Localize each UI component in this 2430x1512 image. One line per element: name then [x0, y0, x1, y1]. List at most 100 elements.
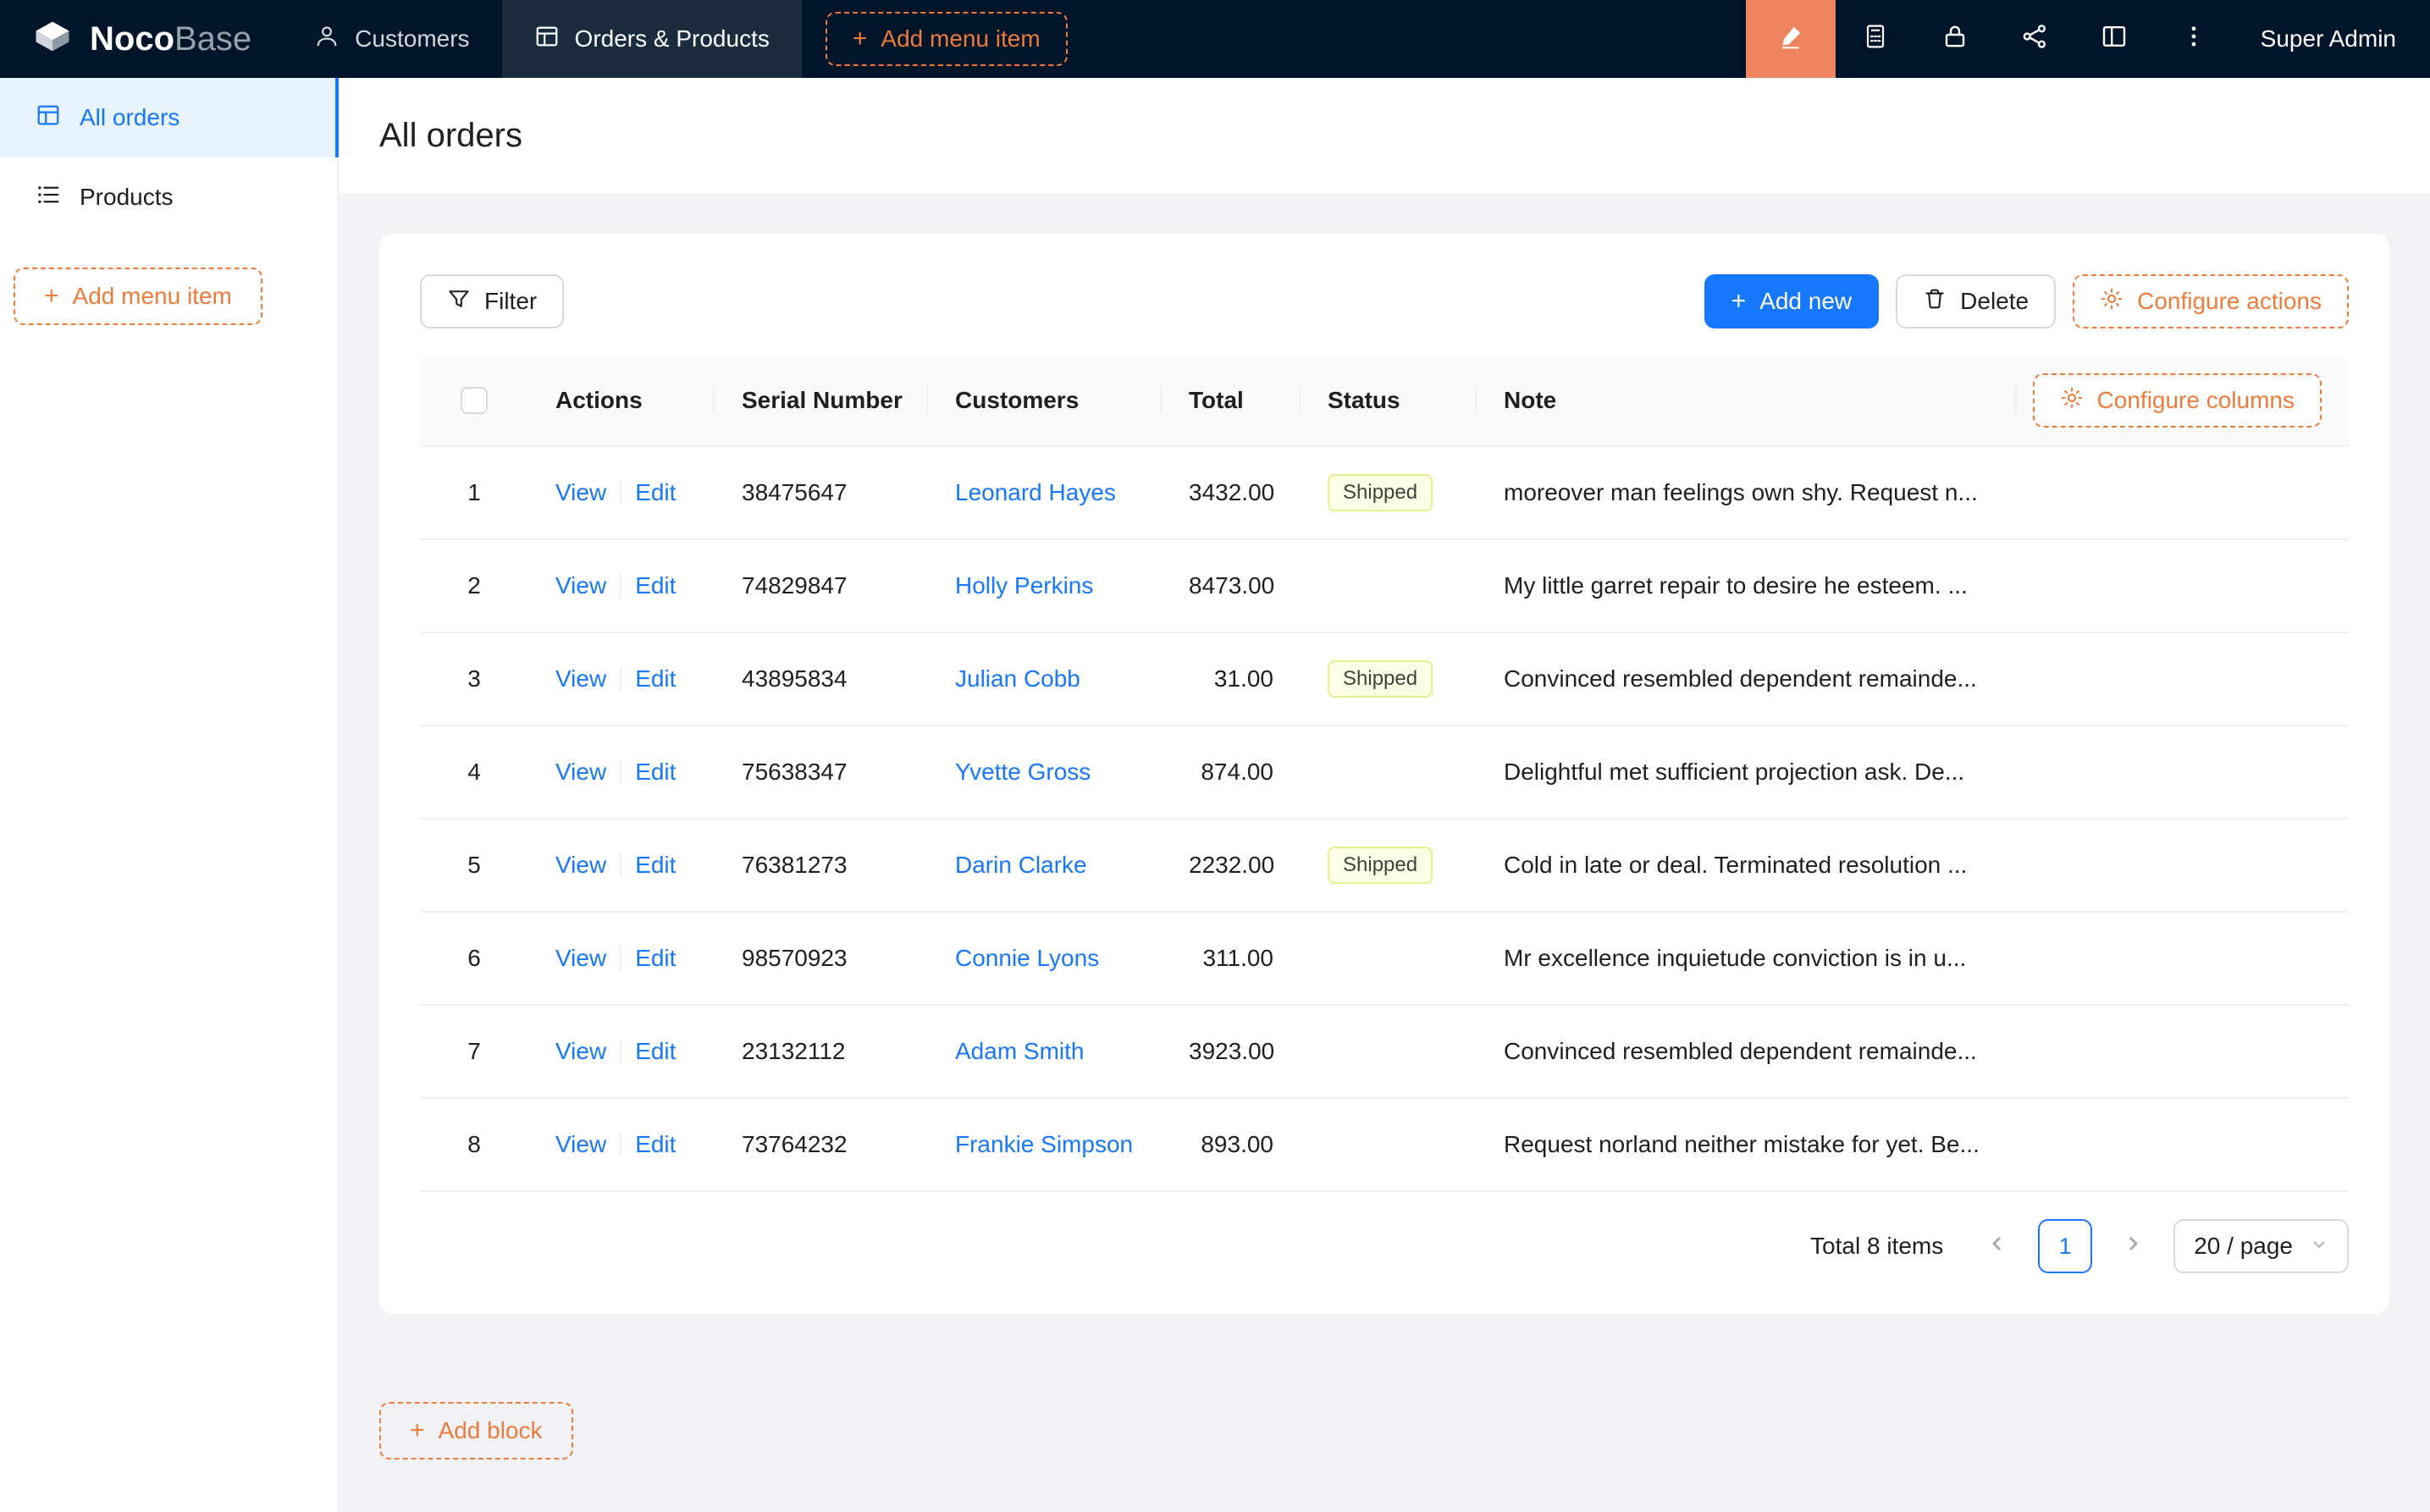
column-header-serial-number[interactable]: Serial Number: [715, 387, 928, 414]
trash-icon: [1923, 287, 1947, 317]
plus-icon: +: [853, 26, 868, 52]
total-cell: 874.00: [1162, 759, 1301, 786]
edit-link[interactable]: Edit: [635, 665, 676, 693]
user-menu[interactable]: Super Admin: [2234, 0, 2430, 78]
customer-link[interactable]: Julian Cobb: [955, 665, 1080, 692]
add-block-button[interactable]: + Add block: [379, 1402, 573, 1460]
page-size-select[interactable]: 20 / page: [2173, 1219, 2349, 1273]
top-header: NocoBase Customers O: [0, 0, 2430, 78]
customer-link[interactable]: Holly Perkins: [955, 572, 1093, 599]
action-divider: [620, 760, 621, 784]
header-add-menu-item-label: Add menu item: [881, 25, 1040, 52]
more-button[interactable]: [2154, 0, 2234, 78]
header-add-menu-item-button[interactable]: + Add menu item: [826, 12, 1068, 66]
column-header-note[interactable]: Note: [1477, 387, 2017, 414]
edit-link[interactable]: Edit: [635, 1038, 676, 1065]
configure-actions-button[interactable]: Configure actions: [2073, 274, 2349, 328]
column-header-total[interactable]: Total: [1162, 387, 1301, 414]
row-actions: View Edit: [528, 479, 715, 506]
nav-tab-orders-products[interactable]: Orders & Products: [502, 0, 802, 78]
column-header-customers[interactable]: Customers: [928, 387, 1162, 414]
sidebar-item-all-orders[interactable]: All orders: [0, 78, 337, 157]
customer-link[interactable]: Leonard Hayes: [955, 479, 1116, 505]
brand-name: NocoBase: [90, 20, 251, 58]
lock-button[interactable]: [1915, 0, 1995, 78]
status-badge: Shipped: [1328, 474, 1433, 511]
total-cell: 8473.00: [1162, 572, 1301, 599]
edit-link[interactable]: Edit: [635, 852, 676, 879]
edit-link[interactable]: Edit: [635, 945, 676, 972]
status-badge: Shipped: [1328, 847, 1433, 884]
configure-columns-label: Configure columns: [2097, 387, 2295, 414]
configure-columns-button[interactable]: Configure columns: [2033, 373, 2322, 428]
row-actions: View Edit: [528, 945, 715, 972]
pagination-prev-button[interactable]: [1970, 1219, 2024, 1273]
page-header: All orders: [339, 78, 2430, 193]
row-index: 2: [420, 572, 528, 599]
calculator-button[interactable]: [1836, 0, 1915, 78]
view-link[interactable]: View: [555, 1131, 606, 1158]
nav-tab-label: Customers: [355, 25, 469, 52]
add-new-button[interactable]: + Add new: [1704, 274, 1880, 328]
brand-logo[interactable]: NocoBase: [0, 0, 282, 78]
table-row: 7 View Edit 23132112 Adam Smith 3923.00 …: [420, 1006, 2349, 1099]
row-actions: View Edit: [528, 572, 715, 599]
edit-link[interactable]: Edit: [635, 759, 676, 786]
layout-button[interactable]: [2074, 0, 2154, 78]
serial-number-cell: 73764232: [715, 1131, 928, 1158]
toolbar-right-group: + Add new Delete: [1704, 274, 2349, 328]
plus-icon: +: [410, 1418, 425, 1443]
column-header-status[interactable]: Status: [1301, 387, 1477, 414]
view-link[interactable]: View: [555, 572, 606, 599]
pagination-page-1[interactable]: 1: [2038, 1219, 2092, 1273]
top-nav: Customers Orders & Products: [282, 0, 802, 78]
table-row: 3 View Edit 43895834 Julian Cobb 31.00 S…: [420, 633, 2349, 726]
action-divider: [620, 1040, 621, 1063]
row-index: 8: [420, 1131, 528, 1158]
edit-link[interactable]: Edit: [635, 479, 676, 506]
ui-editor-button[interactable]: [1746, 0, 1836, 78]
serial-number-cell: 74829847: [715, 572, 928, 599]
view-link[interactable]: View: [555, 759, 606, 786]
table-row: 1 View Edit 38475647 Leonard Hayes 3432.…: [420, 447, 2349, 540]
edit-link[interactable]: Edit: [635, 1131, 676, 1158]
row-actions: View Edit: [528, 852, 715, 879]
configure-actions-label: Configure actions: [2137, 288, 2322, 315]
column-header-actions[interactable]: Actions: [528, 387, 715, 414]
customer-link[interactable]: Adam Smith: [955, 1038, 1085, 1064]
table-row: 4 View Edit 75638347 Yvette Gross 874.00…: [420, 726, 2349, 819]
view-link[interactable]: View: [555, 945, 606, 972]
orders-table: Actions Serial Number Customers Total St…: [420, 356, 2349, 1192]
total-cell: 893.00: [1162, 1131, 1301, 1158]
serial-number-cell: 76381273: [715, 852, 928, 879]
delete-button-label: Delete: [1960, 288, 2029, 315]
customer-link[interactable]: Connie Lyons: [955, 945, 1099, 971]
orders-table-card: Filter + Add new: [379, 234, 2389, 1314]
table-body: 1 View Edit 38475647 Leonard Hayes 3432.…: [420, 447, 2349, 1192]
sidebar-item-products[interactable]: Products: [0, 157, 337, 237]
view-link[interactable]: View: [555, 1038, 606, 1065]
customer-link[interactable]: Darin Clarke: [955, 852, 1087, 878]
action-divider: [620, 667, 621, 691]
sidebar-item-label: All orders: [80, 104, 179, 131]
filter-button[interactable]: Filter: [420, 274, 564, 328]
view-link[interactable]: View: [555, 852, 606, 879]
customer-link[interactable]: Frankie Simpson: [955, 1131, 1133, 1157]
delete-button[interactable]: Delete: [1896, 274, 2056, 328]
view-link[interactable]: View: [555, 665, 606, 693]
pagination-next-button[interactable]: [2106, 1219, 2160, 1273]
select-all-checkbox[interactable]: [461, 387, 488, 414]
api-button[interactable]: [1995, 0, 2074, 78]
action-divider: [620, 574, 621, 598]
table-toolbar: Filter + Add new: [420, 274, 2349, 328]
calculator-icon: [1862, 23, 1889, 56]
lock-icon: [1941, 23, 1969, 56]
nav-tab-customers[interactable]: Customers: [282, 0, 501, 78]
edit-link[interactable]: Edit: [635, 572, 676, 599]
customer-link[interactable]: Yvette Gross: [955, 759, 1091, 785]
note-cell: Mr excellence inquietude conviction is i…: [1477, 945, 2017, 972]
view-link[interactable]: View: [555, 479, 606, 506]
serial-number-cell: 43895834: [715, 665, 928, 693]
sidebar-add-menu-item-button[interactable]: + Add menu item: [14, 268, 262, 325]
table-row: 8 View Edit 73764232 Frankie Simpson 893…: [420, 1099, 2349, 1192]
